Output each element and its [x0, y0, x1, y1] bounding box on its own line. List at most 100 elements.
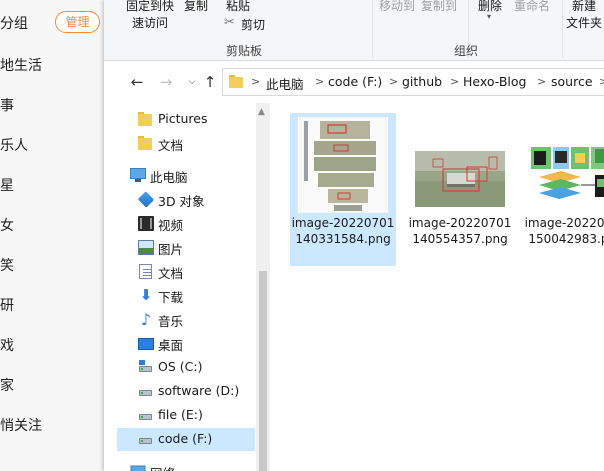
- copy-button[interactable]: 复制: [184, 0, 208, 14]
- group-item[interactable]: 事: [0, 95, 14, 115]
- video-icon: [138, 216, 154, 231]
- move-to-button[interactable]: 移动到: [379, 0, 415, 14]
- back-arrow-icon[interactable]: ←: [128, 72, 146, 92]
- organize-group-label: 组织: [454, 44, 479, 58]
- breadcrumb-separator[interactable]: >: [450, 75, 459, 88]
- navigation-bar: ← → ⌵ ↑ > 此电脑 > code (F:) > github > Hex…: [104, 61, 604, 103]
- paste-button[interactable]: 粘贴: [226, 0, 250, 14]
- up-arrow-icon[interactable]: ↑: [201, 72, 219, 92]
- cut-button[interactable]: 剪切: [241, 16, 265, 33]
- windows-drive-icon: [138, 360, 154, 375]
- group-item[interactable]: 悄关注: [0, 415, 42, 435]
- drive-icon: [138, 432, 154, 447]
- documents-icon: [139, 264, 152, 279]
- chevron-down-icon[interactable]: ▾: [487, 12, 491, 21]
- tree-item-label: 3D 对象: [158, 194, 205, 209]
- tree-item-label: code (F:): [158, 431, 213, 446]
- scrollbar-thumb[interactable]: [259, 271, 267, 471]
- ribbon-separator: [562, 0, 563, 58]
- image-thumbnail: [531, 117, 604, 213]
- tree-item-label: OS (C:): [158, 359, 203, 374]
- scroll-up-icon[interactable]: ▲: [258, 107, 265, 117]
- group-header: 分组 管理: [0, 11, 104, 33]
- pictures-icon: [138, 240, 154, 255]
- image-thumbnail: [298, 116, 388, 214]
- manage-button[interactable]: 管理: [55, 11, 100, 33]
- group-item[interactable]: 戏: [0, 335, 14, 355]
- group-item[interactable]: 笑: [0, 255, 14, 275]
- recent-chevron-icon[interactable]: ⌵: [183, 72, 201, 92]
- tree-item-documents[interactable]: 文档: [117, 260, 255, 283]
- network-icon: [130, 464, 146, 471]
- pin-quick-access-button[interactable]: 固定到快: [126, 0, 174, 14]
- tree-item-downloads[interactable]: ⬇ 下载: [117, 284, 255, 307]
- address-bar[interactable]: > 此电脑 > code (F:) > github > Hexo-Blog >…: [222, 68, 604, 96]
- breadcrumb-separator[interactable]: >: [389, 75, 398, 88]
- breadcrumb-source[interactable]: source: [551, 74, 593, 89]
- folder-icon: [138, 112, 154, 127]
- tree-item-this-pc[interactable]: 此电脑: [117, 164, 255, 187]
- new-folder-label-2[interactable]: 文件夹: [566, 14, 602, 31]
- desktop-icon: [138, 338, 154, 350]
- tree-item-label: 网络: [150, 463, 175, 471]
- pin-quick-access-label-2[interactable]: 速访问: [132, 14, 168, 31]
- file-item[interactable]: image-20220701150042983.png: [523, 113, 604, 266]
- ribbon: 固定到快 速访问 复制 粘贴 ✂ 剪切 剪贴板 移动到 复制到 删除 ▾ 重命名…: [104, 0, 604, 61]
- tree-item-label: 文档: [158, 266, 184, 281]
- scissors-icon: ✂: [224, 15, 235, 30]
- group-item[interactable]: 地生活: [0, 55, 42, 75]
- tree-item-label: 视频: [158, 218, 184, 233]
- tree-item-network[interactable]: 网络: [117, 460, 255, 471]
- ribbon-separator: [372, 0, 373, 58]
- folder-icon: [229, 75, 243, 88]
- tree-item-desktop[interactable]: 桌面: [117, 332, 255, 355]
- breadcrumb-this-pc[interactable]: 此电脑: [266, 74, 304, 93]
- file-name: image-20220701140554357.png: [408, 216, 512, 246]
- file-list-area: image-20220701140331584.png image-202207…: [270, 103, 604, 471]
- file-item[interactable]: image-20220701140554357.png: [407, 113, 513, 266]
- navigation-scrollbar[interactable]: ▲: [256, 103, 270, 471]
- rename-button[interactable]: 重命名: [514, 0, 550, 14]
- tree-item-documents-folder[interactable]: 文档: [117, 132, 255, 155]
- group-item[interactable]: 乐人: [0, 135, 28, 155]
- tree-item-music[interactable]: ♪ 音乐: [117, 308, 255, 331]
- breadcrumb-github[interactable]: github: [402, 74, 442, 89]
- group-item[interactable]: 研: [0, 295, 14, 315]
- tree-item-file-drive[interactable]: file (E:): [117, 404, 255, 427]
- file-name: image-20220701140331584.png: [291, 216, 395, 246]
- tree-item-code-drive[interactable]: code (F:): [117, 428, 255, 451]
- music-icon: ♪: [140, 310, 152, 329]
- breadcrumb-separator[interactable]: >: [599, 75, 604, 88]
- drive-icon: [138, 384, 154, 399]
- download-icon: ⬇: [139, 286, 153, 304]
- breadcrumb-separator[interactable]: >: [251, 75, 260, 88]
- tree-item-pictures[interactable]: 图片: [117, 236, 255, 259]
- tree-item-label: 此电脑: [150, 170, 188, 185]
- breadcrumb-separator[interactable]: >: [315, 75, 324, 88]
- file-item[interactable]: image-20220701140331584.png: [290, 113, 396, 266]
- 3d-objects-icon: [137, 191, 155, 208]
- breadcrumb-separator[interactable]: >: [537, 75, 546, 88]
- copy-to-button[interactable]: 复制到: [421, 0, 457, 14]
- group-item[interactable]: 星: [0, 175, 14, 195]
- navigation-pane: Pictures 文档 此电脑 3D 对象 视频 图片 文档 ⬇ 下载 ♪ 音乐…: [104, 103, 270, 471]
- tree-item-os-drive[interactable]: OS (C:): [117, 356, 255, 379]
- tree-item-label: Pictures: [158, 111, 208, 126]
- image-thumbnail: [415, 117, 505, 213]
- breadcrumb-hexo-blog[interactable]: Hexo-Blog: [463, 74, 526, 89]
- tree-item-3d-objects[interactable]: 3D 对象: [117, 188, 255, 211]
- new-folder-button[interactable]: 新建: [572, 0, 596, 14]
- folder-icon: [138, 136, 154, 151]
- forward-arrow-icon[interactable]: →: [157, 72, 175, 92]
- clipboard-group-label: 剪贴板: [226, 44, 263, 58]
- file-explorer-window: 固定到快 速访问 复制 粘贴 ✂ 剪切 剪贴板 移动到 复制到 删除 ▾ 重命名…: [104, 0, 604, 471]
- tree-item-software-drive[interactable]: software (D:): [117, 380, 255, 403]
- group-item[interactable]: 家: [0, 375, 14, 395]
- group-item[interactable]: 女: [0, 215, 14, 235]
- breadcrumb-code-drive[interactable]: code (F:): [328, 74, 382, 89]
- file-name: image-20220701150042983.png: [524, 216, 604, 246]
- tree-item-label: 图片: [158, 242, 184, 257]
- tree-item-pictures-folder[interactable]: Pictures: [117, 108, 255, 131]
- tree-item-videos[interactable]: 视频: [117, 212, 255, 235]
- tree-item-label: 桌面: [158, 338, 184, 353]
